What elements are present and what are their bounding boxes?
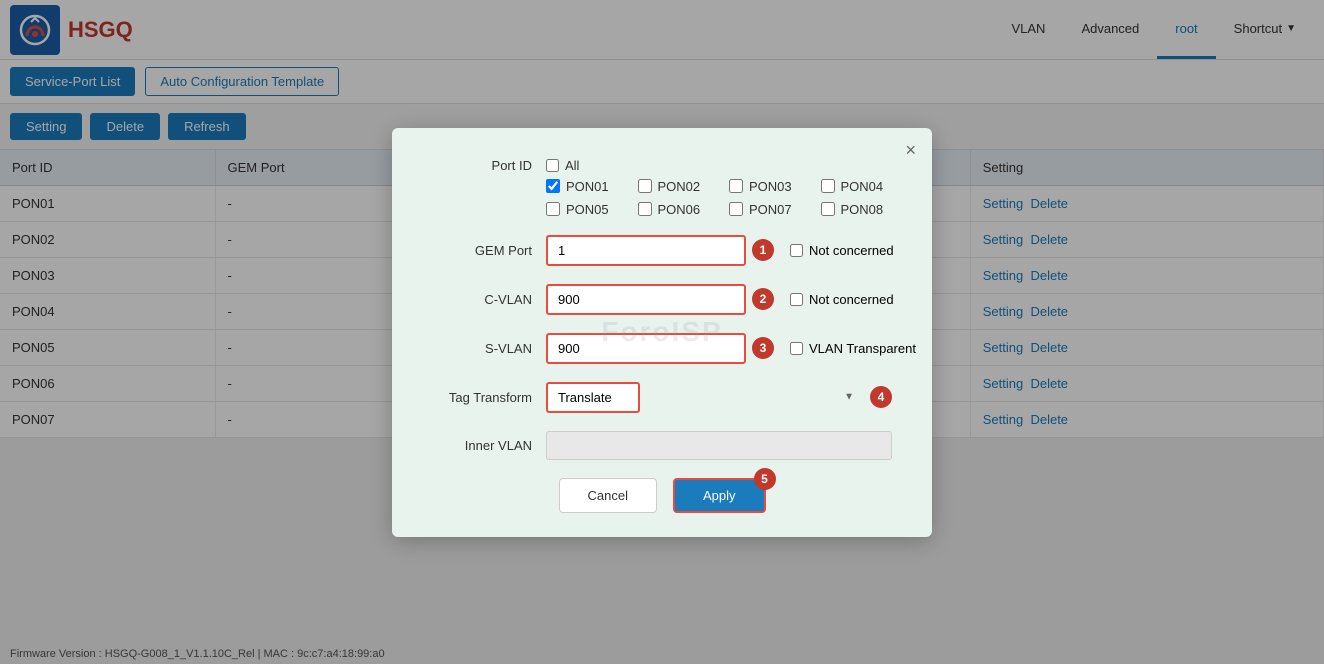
pon-item: PON01 [546,179,618,194]
all-checkbox-label[interactable]: All [546,158,579,173]
svlan-input[interactable] [546,333,746,364]
apply-button[interactable]: Apply [673,478,766,513]
tag-transform-row: Tag Transform TranslateAddRemoveTranspar… [432,382,892,413]
svlan-transparent-label: VLAN Transparent [809,341,916,356]
pon-label: PON06 [658,202,701,217]
gem-port-row: GEM Port 1 Not concerned [432,235,892,266]
svlan-label: S-VLAN [432,341,532,356]
pon-checkbox-pon08[interactable] [821,202,835,216]
tag-transform-select-wrapper: TranslateAddRemoveTransparent ▼ [546,382,864,413]
cancel-button[interactable]: Cancel [559,478,657,513]
chevron-down-icon: ▼ [844,392,854,403]
pon-label: PON03 [749,179,792,194]
inner-vlan-input [546,431,892,460]
pon-checkbox-pon01[interactable] [546,179,560,193]
pon-label: PON08 [841,202,884,217]
pon-checkbox-pon04[interactable] [821,179,835,193]
pon-checkbox-pon07[interactable] [729,202,743,216]
cvlan-not-concerned: Not concerned [790,292,894,307]
svlan-transparent-checkbox[interactable] [790,342,803,355]
inner-vlan-row: Inner VLAN [432,431,892,460]
cvlan-not-concerned-checkbox[interactable] [790,293,803,306]
gem-port-label: GEM Port [432,243,532,258]
pon-label: PON04 [841,179,884,194]
tag-transform-select[interactable]: TranslateAddRemoveTransparent [546,382,640,413]
cvlan-row: C-VLAN 2 Not concerned [432,284,892,315]
step-badge-3: 3 [752,337,774,359]
pon-grid: PON01 PON02 PON03 PON04 PON05 PON06 PON0… [546,179,892,217]
all-checkbox[interactable] [546,159,559,172]
pon-label: PON07 [749,202,792,217]
step-badge-5: 5 [754,468,776,490]
gem-port-not-concerned-label: Not concerned [809,243,894,258]
pon-item: PON06 [638,202,710,217]
pon-item: PON08 [821,202,893,217]
step-badge-1: 1 [752,239,774,261]
gem-port-input[interactable] [546,235,746,266]
pon-item: PON03 [729,179,801,194]
pon-label: PON01 [566,179,609,194]
pon-item: PON04 [821,179,893,194]
gem-port-not-concerned: Not concerned [790,243,894,258]
all-label: All [565,158,579,173]
step-badge-2: 2 [752,288,774,310]
pon-item: PON05 [546,202,618,217]
pon-checkbox-pon05[interactable] [546,202,560,216]
pon-checkbox-pon06[interactable] [638,202,652,216]
port-id-label: Port ID [432,158,532,173]
cvlan-label: C-VLAN [432,292,532,307]
cvlan-field: 2 [546,284,774,315]
port-id-row: Port ID All [432,158,892,173]
modal-overlay: ForoISP × Port ID All PON01 PON02 PON03 … [0,0,1324,664]
pon-checkbox-pon03[interactable] [729,179,743,193]
gem-port-field: 1 [546,235,774,266]
pon-label: PON02 [658,179,701,194]
tag-transform-field: TranslateAddRemoveTransparent ▼ 4 [546,382,892,413]
tag-transform-label: Tag Transform [432,390,532,405]
pon-checkbox-pon02[interactable] [638,179,652,193]
modal-footer: Cancel Apply 5 [432,478,892,513]
pon-item: PON07 [729,202,801,217]
cvlan-not-concerned-label: Not concerned [809,292,894,307]
modal-dialog: ForoISP × Port ID All PON01 PON02 PON03 … [392,128,932,537]
gem-port-not-concerned-checkbox[interactable] [790,244,803,257]
step-badge-4: 4 [870,386,892,408]
inner-vlan-label: Inner VLAN [432,438,532,453]
cvlan-input[interactable] [546,284,746,315]
pon-label: PON05 [566,202,609,217]
svlan-field: 3 [546,333,774,364]
port-id-section: Port ID All PON01 PON02 PON03 PON04 PON0… [432,158,892,217]
svlan-vlan-transparent: VLAN Transparent [790,341,916,356]
svlan-row: S-VLAN 3 VLAN Transparent [432,333,892,364]
close-button[interactable]: × [905,140,916,161]
pon-item: PON02 [638,179,710,194]
